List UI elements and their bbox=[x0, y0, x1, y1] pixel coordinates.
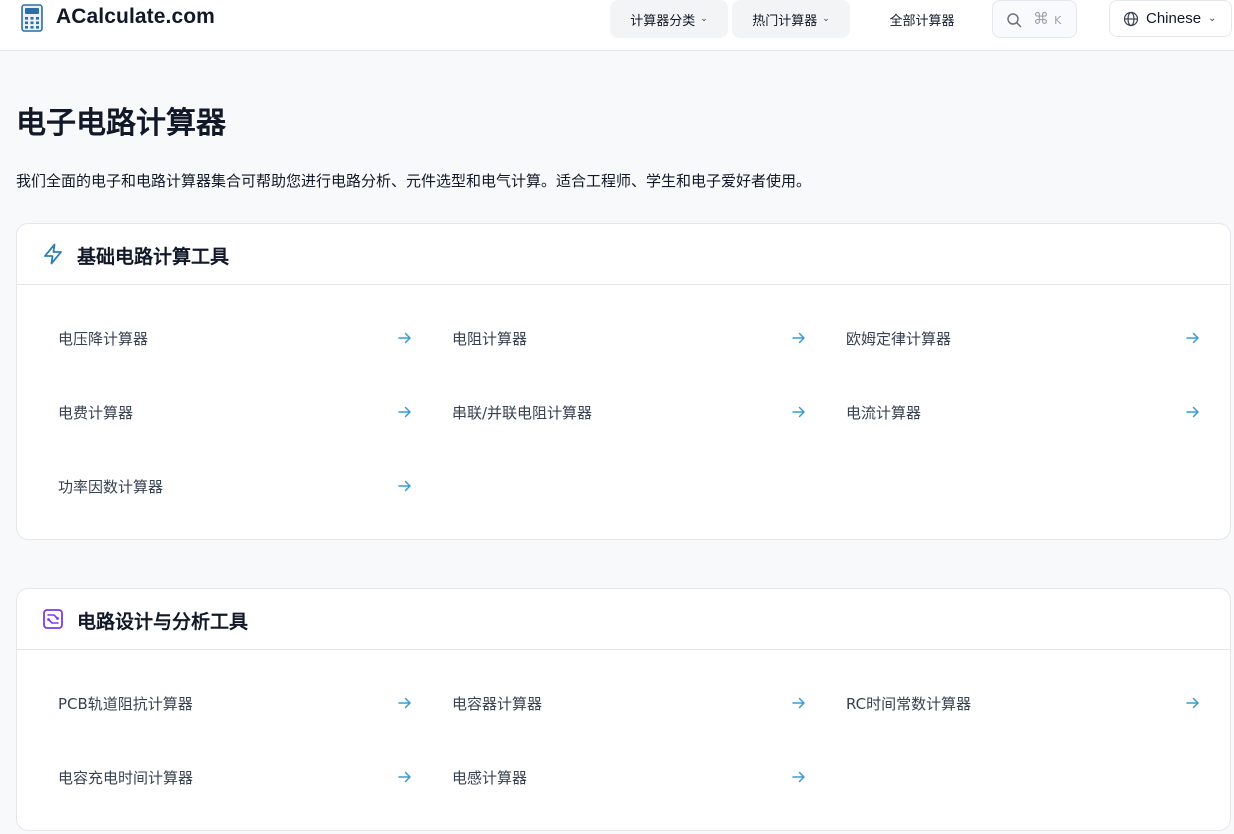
chevron-down-icon: ⌄ bbox=[1208, 13, 1217, 24]
keyboard-shortcut-hint: ⌘ K bbox=[1033, 9, 1061, 28]
language-label: Chinese bbox=[1146, 10, 1202, 27]
globe-icon bbox=[1123, 11, 1139, 26]
calculator-link-label: 电费计算器 bbox=[58, 404, 134, 422]
shortcut-key-label: K bbox=[1054, 14, 1062, 27]
lightning-icon bbox=[44, 243, 62, 265]
search-button[interactable]: ⌘ K bbox=[992, 0, 1077, 38]
section-title: 电路设计与分析工具 bbox=[77, 611, 249, 633]
calculator-link-label: 电感计算器 bbox=[452, 769, 528, 787]
calculator-link-label: 电容器计算器 bbox=[452, 695, 543, 713]
calculator-link[interactable]: 功率因数计算器 bbox=[58, 466, 412, 506]
arrow-right-icon bbox=[398, 771, 411, 783]
calculator-link-label: 功率因数计算器 bbox=[58, 478, 164, 496]
calculator-link-label: 串联/并联电阻计算器 bbox=[452, 404, 593, 422]
arrow-right-icon bbox=[398, 480, 411, 492]
nav-popular-button[interactable]: 热门计算器 ⌄ bbox=[732, 0, 850, 38]
arrow-right-icon bbox=[398, 697, 411, 709]
top-navbar: ACalculate.com 计算器分类 ⌄ 热门计算器 ⌄ 全部计算器 ⌘ K… bbox=[0, 0, 1234, 51]
arrow-right-icon bbox=[398, 406, 411, 418]
arrow-right-icon bbox=[1186, 406, 1199, 418]
calculator-logo-icon[interactable] bbox=[21, 4, 43, 32]
chevron-down-icon: ⌄ bbox=[822, 14, 830, 24]
arrow-right-icon bbox=[1186, 697, 1199, 709]
section-title: 基础电路计算工具 bbox=[77, 246, 230, 268]
nav-all-calculators-link[interactable]: 全部计算器 bbox=[870, 0, 974, 38]
calculator-link[interactable]: 欧姆定律计算器 bbox=[846, 318, 1200, 358]
page-title: 电子电路计算器 bbox=[16, 106, 226, 141]
calculator-link[interactable]: 电容器计算器 bbox=[452, 683, 806, 723]
arrow-right-icon bbox=[792, 406, 805, 418]
calculator-link[interactable]: 电容充电时间计算器 bbox=[58, 757, 412, 797]
calculator-link-label: RC时间常数计算器 bbox=[846, 695, 972, 713]
section-basic-circuit-tools: 基础电路计算工具 电压降计算器 电阻计算器 欧姆定律计算器 电费计算器 串联/并… bbox=[16, 223, 1231, 540]
nav-popular-label: 热门计算器 bbox=[752, 13, 818, 29]
nav-categories-button[interactable]: 计算器分类 ⌄ bbox=[610, 0, 728, 38]
calculator-link[interactable]: 电压降计算器 bbox=[58, 318, 412, 358]
calculator-link[interactable]: 电感计算器 bbox=[452, 757, 806, 797]
calculator-link-label: 电阻计算器 bbox=[452, 330, 528, 348]
calculator-link-label: 电容充电时间计算器 bbox=[58, 769, 194, 787]
calculator-link[interactable]: 电费计算器 bbox=[58, 392, 412, 432]
calculator-link-label: 电压降计算器 bbox=[58, 330, 149, 348]
calculator-link[interactable]: 串联/并联电阻计算器 bbox=[452, 392, 806, 432]
nav-categories-label: 计算器分类 bbox=[630, 13, 696, 29]
section-header: 基础电路计算工具 bbox=[17, 224, 1230, 285]
calculator-link-label: 欧姆定律计算器 bbox=[846, 330, 952, 348]
calculator-link[interactable]: PCB轨道阻抗计算器 bbox=[58, 683, 412, 723]
calculator-link-label: 电流计算器 bbox=[846, 404, 922, 422]
calculator-link[interactable]: RC时间常数计算器 bbox=[846, 683, 1200, 723]
calculator-link[interactable]: 电阻计算器 bbox=[452, 318, 806, 358]
calculator-link[interactable]: 电流计算器 bbox=[846, 392, 1200, 432]
arrow-right-icon bbox=[792, 697, 805, 709]
command-key-icon: ⌘ bbox=[1033, 9, 1049, 28]
arrow-right-icon bbox=[398, 332, 411, 344]
circuit-board-icon bbox=[43, 609, 63, 629]
nav-all-label: 全部计算器 bbox=[889, 13, 955, 29]
page-description: 我们全面的电子和电路计算器集合可帮助您进行电路分析、元件选型和电气计算。适合工程… bbox=[16, 172, 812, 190]
arrow-right-icon bbox=[792, 771, 805, 783]
chevron-down-icon: ⌄ bbox=[700, 14, 708, 24]
search-icon bbox=[1007, 13, 1022, 28]
arrow-right-icon bbox=[1186, 332, 1199, 344]
site-logo-text[interactable]: ACalculate.com bbox=[56, 5, 215, 29]
section-circuit-design-tools: 电路设计与分析工具 PCB轨道阻抗计算器 电容器计算器 RC时间常数计算器 电容… bbox=[16, 588, 1231, 831]
section-header: 电路设计与分析工具 bbox=[17, 589, 1230, 650]
arrow-right-icon bbox=[792, 332, 805, 344]
language-selector[interactable]: Chinese ⌄ bbox=[1109, 0, 1232, 37]
calculator-link-label: PCB轨道阻抗计算器 bbox=[58, 695, 193, 713]
